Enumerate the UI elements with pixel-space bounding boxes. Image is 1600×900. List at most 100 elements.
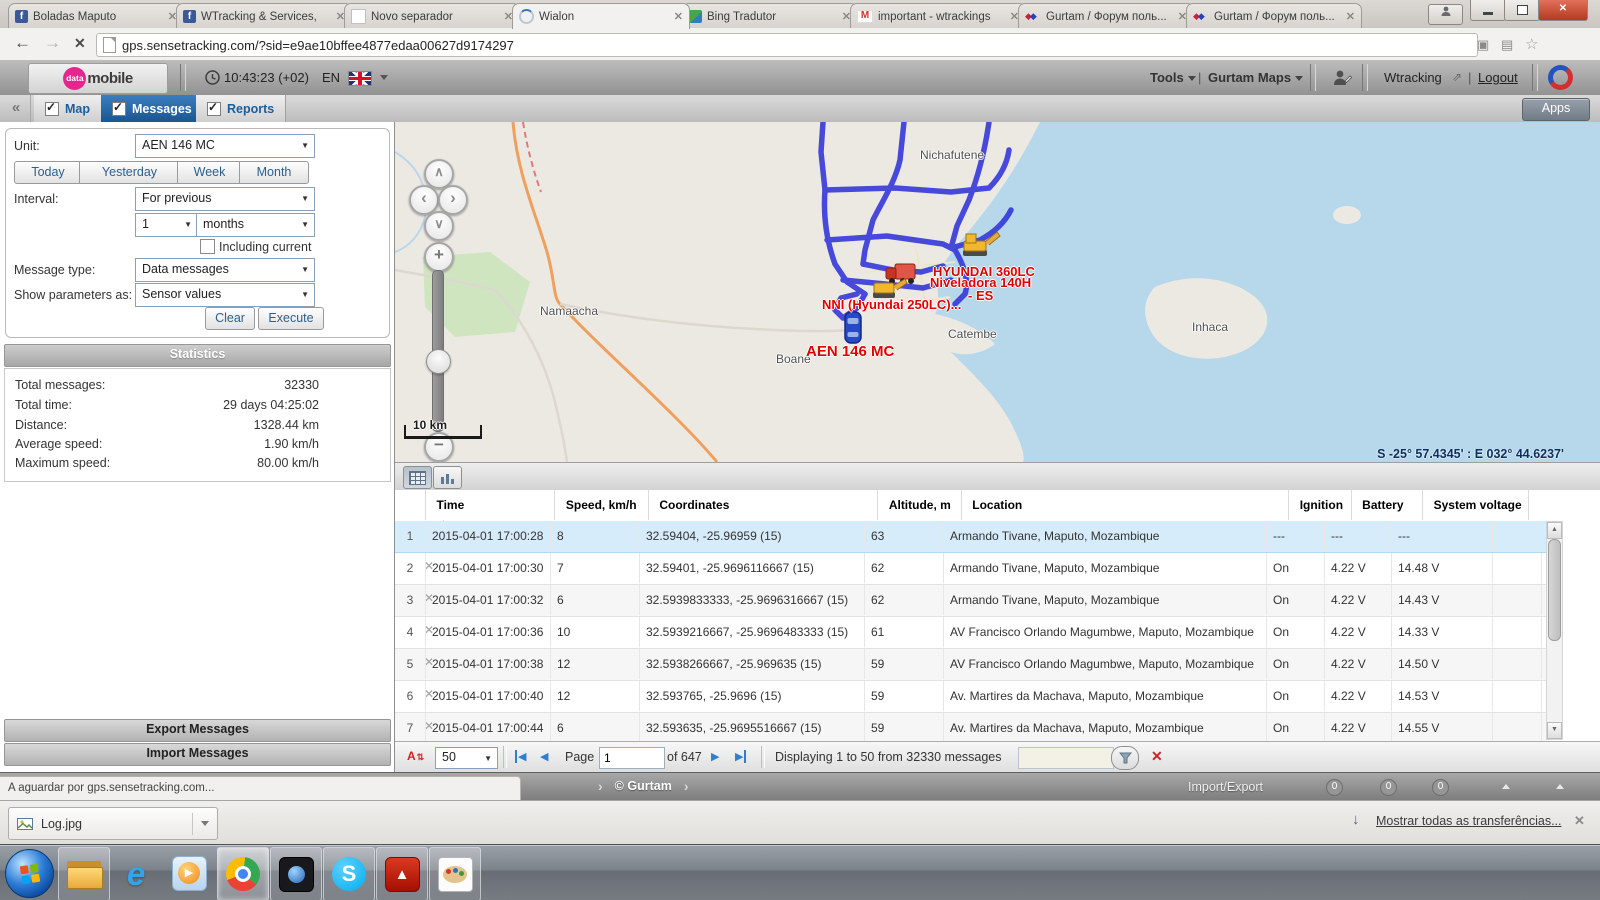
first-page-button[interactable] [515,750,526,763]
execute-button[interactable]: Execute [258,307,324,330]
interval-select[interactable]: For previous [135,187,315,211]
taskbar-explorer-button[interactable] [58,847,110,900]
url-field[interactable]: gps.sensetracking.com/?sid=e9ae10bffee48… [96,33,1478,57]
logout-link[interactable]: Logout [1478,70,1518,85]
pan-down-button[interactable] [424,211,454,241]
sort-icon[interactable]: A [407,749,424,763]
browser-tab-3[interactable]: Novo separador [344,3,520,29]
table-row[interactable]: 32015-04-01 17:00:32632.5939833333, -25.… [395,585,1546,617]
including-current-checkbox[interactable] [200,239,215,254]
uk-flag-icon[interactable] [348,71,372,86]
taskbar-media-player-button[interactable]: ▶ [164,847,214,899]
message-type-select[interactable]: Data messages [135,258,315,282]
clear-button[interactable]: Clear [205,307,255,330]
browser-tab-8[interactable]: ◆◆ Gurtam / Форум поль... [1186,3,1362,29]
next-page-button[interactable] [711,750,719,763]
header-ignition[interactable]: Ignition [1294,490,1352,520]
interval-unit-select[interactable]: months [196,213,315,237]
taskbar-skype-button[interactable]: S [323,847,375,900]
window-restore-button[interactable] [1504,0,1540,21]
external-link-icon[interactable]: ⇗ [1452,70,1462,84]
table-row[interactable]: 42015-04-01 17:00:361032.5939216667, -25… [395,617,1546,649]
import-export-link[interactable]: Import/Export [1188,780,1263,794]
gurtam-maps-menu[interactable]: Gurtam Maps [1208,70,1303,85]
start-button[interactable] [5,849,54,898]
taskbar-ie-button[interactable]: e [111,847,161,899]
tab-reports[interactable]: Reports [196,95,286,122]
expand-keyboard-icon[interactable] [1502,784,1510,789]
messages-checkbox[interactable] [112,102,126,116]
back-button[interactable]: ← [14,33,31,53]
chevron-down-icon[interactable] [380,75,388,80]
header-battery[interactable]: Battery [1356,490,1423,520]
zoom-in-button[interactable] [424,242,454,272]
expand-log-icon[interactable] [1556,784,1564,789]
table-view-button[interactable] [403,466,432,489]
browser-tab-wialon-active[interactable]: Wialon [512,3,690,29]
browser-tab-7[interactable]: ◆◆ Gurtam / Форум поль... [1018,3,1194,29]
window-close-button[interactable]: ✕ [1538,0,1588,21]
browser-tab-2[interactable]: WTracking & Services, [176,3,352,29]
apps-button[interactable]: Apps [1522,98,1590,121]
download-menu-chevron-icon[interactable] [201,821,209,826]
forward-button[interactable]: → [44,33,61,53]
user-settings-icon[interactable] [1332,69,1352,86]
table-row[interactable]: 62015-04-01 17:00:401232.593765, -25.969… [395,681,1546,713]
unit-label-marker[interactable]: AEN 146 MC [806,343,894,360]
tab-map[interactable]: Map [34,95,102,122]
tab-list-icon[interactable]: ▤ [1501,37,1513,53]
header-location[interactable]: Location [966,490,1289,520]
browser-tab-5[interactable]: Bing Tradutor [682,3,858,29]
map-checkbox[interactable] [45,102,59,116]
download-item[interactable]: Log.jpg [8,807,218,840]
browser-profile-button[interactable] [1428,4,1463,25]
window-minimize-button[interactable] [1470,0,1506,21]
zoom-slider-handle[interactable] [426,349,451,374]
taskbar-adobe-reader-button[interactable]: ▲ [376,847,428,900]
reports-checkbox[interactable] [207,102,221,116]
table-row[interactable]: 22015-04-01 17:00:30732.59401, -25.96961… [395,553,1546,585]
collapse-panel-button[interactable] [2,95,31,122]
filter-input[interactable] [1018,747,1114,769]
header-coordinates[interactable]: Coordinates [653,490,878,520]
unit-select[interactable]: AEN 146 MC [135,134,315,158]
header-system-voltage[interactable]: System voltage [1428,490,1529,520]
week-button[interactable]: Week [177,161,242,184]
unit-label-marker[interactable]: NNI (Hyundai 250LC)... [822,297,961,312]
bookmark-star-icon[interactable]: ☆ [1525,35,1538,53]
import-messages-button[interactable]: Import Messages [4,743,391,766]
download-bar-close-icon[interactable]: ✕ [1574,813,1585,829]
show-params-select[interactable]: Sensor values [135,283,315,307]
page-size-select[interactable]: 50 [435,747,498,769]
header-altitude[interactable]: Altitude, m [883,490,962,520]
browser-tab-6[interactable]: important - wtrackings [850,3,1026,29]
today-button[interactable]: Today [14,161,82,184]
chart-view-button[interactable] [433,466,462,489]
datamobile-logo[interactable]: data mobile [28,63,168,94]
account-name[interactable]: Wtracking [1384,70,1442,85]
scroll-down-arrow[interactable]: ▼ [1547,722,1562,739]
export-messages-button[interactable]: Export Messages [4,719,391,742]
interval-count-select[interactable]: 1 [135,213,198,237]
page-number-input[interactable] [599,747,665,769]
unit-label-marker[interactable]: - ES [968,288,993,303]
taskbar-paint-button[interactable] [429,847,481,900]
yesterday-button[interactable]: Yesterday [79,161,180,184]
language-label[interactable]: EN [322,70,340,85]
table-row[interactable]: 12015-04-01 17:00:28832.59404, -25.96959… [395,521,1546,553]
taskbar-photo-viewer-button[interactable] [270,847,322,900]
tab-close-icon[interactable] [674,10,683,23]
filter-button[interactable] [1111,746,1139,770]
month-button[interactable]: Month [239,161,309,184]
map-pane[interactable]: Nichafutene Namaacha Boane Catembe Inhac… [395,122,1600,462]
prev-page-button[interactable] [540,750,548,763]
copyright-text[interactable]: © Gurtam [615,779,672,793]
header-speed[interactable]: Speed, km/h [560,490,649,520]
browser-tab-1[interactable]: Boladas Maputo [8,3,184,29]
show-all-downloads-link[interactable]: Mostrar todas as transferências... [1376,814,1562,828]
stop-loading-button[interactable]: ✕ [74,35,86,52]
scroll-up-arrow[interactable]: ▲ [1547,522,1562,539]
tab-close-icon[interactable] [1346,10,1355,23]
table-row[interactable]: 52015-04-01 17:00:381232.5938266667, -25… [395,649,1546,681]
taskbar-chrome-button[interactable] [217,847,269,900]
